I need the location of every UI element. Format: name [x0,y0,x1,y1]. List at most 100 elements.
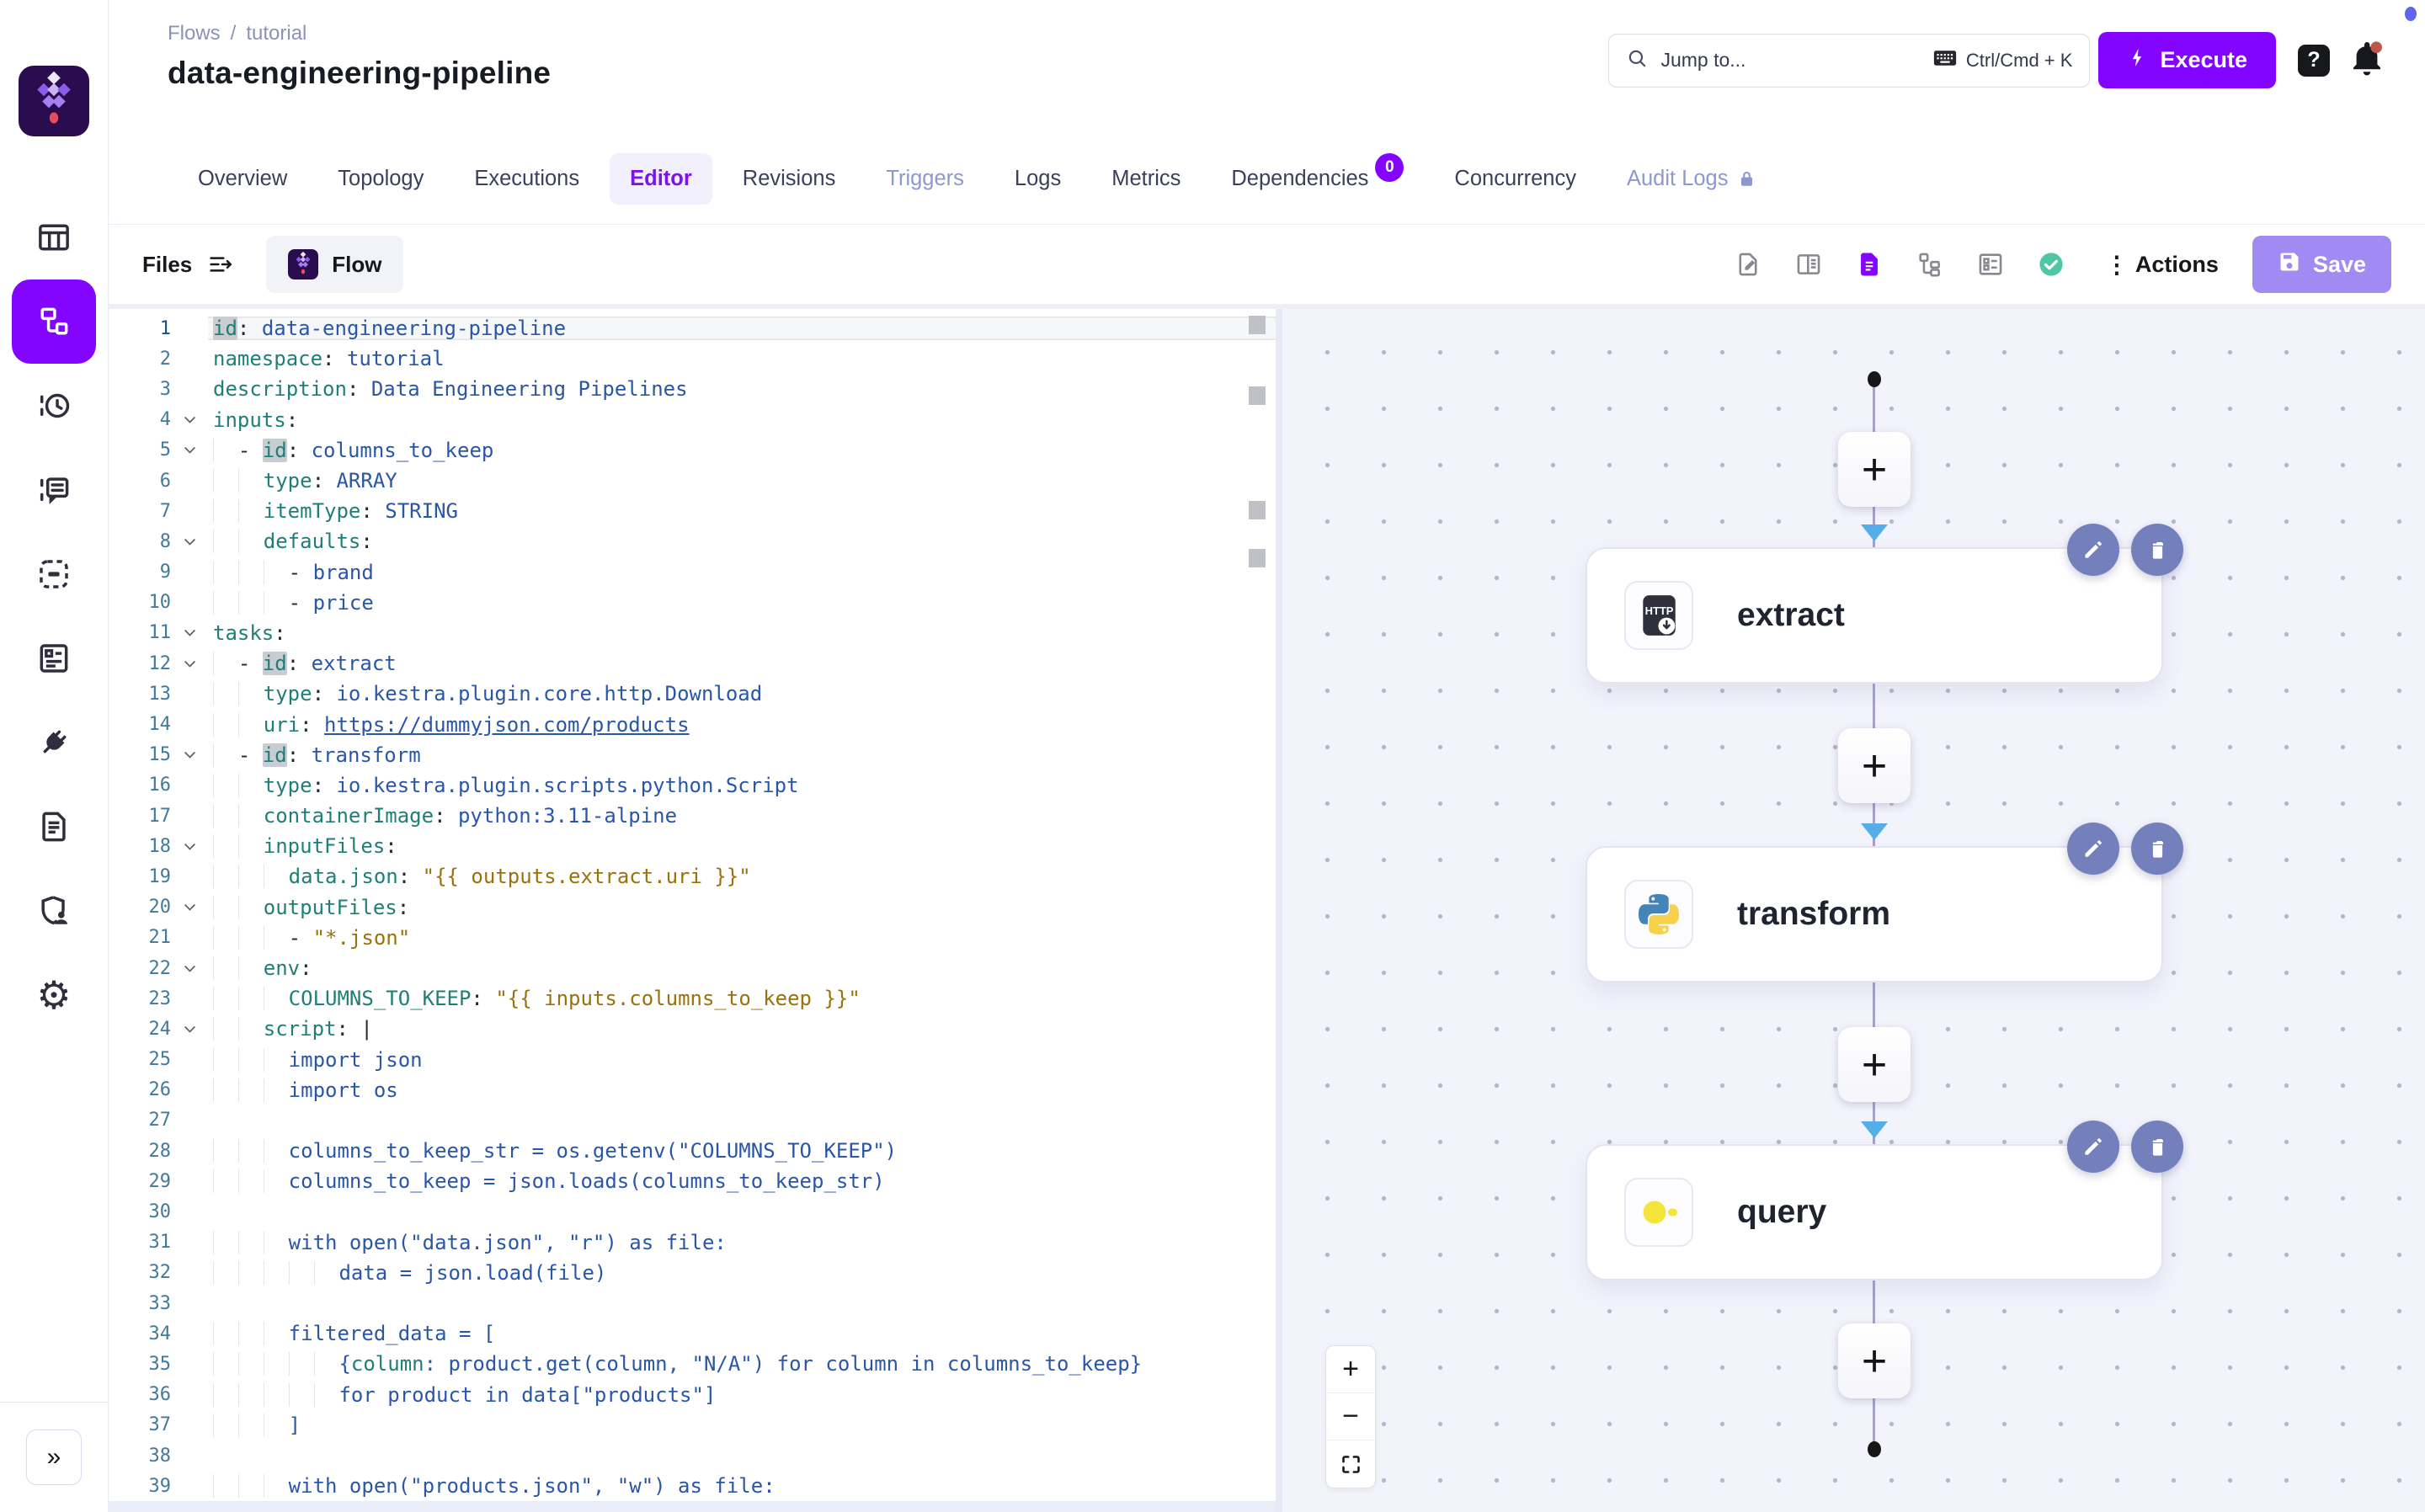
code-line[interactable]: 30 [109,1196,1276,1227]
code-line[interactable]: 13type: io.kestra.plugin.core.http.Downl… [109,679,1276,709]
code-line[interactable]: 37] [109,1410,1276,1440]
topology-canvas[interactable]: ++++HTTPextracttransformquery+− [1282,309,2425,1512]
code-line[interactable]: 29columns_to_keep = json.loads(columns_t… [109,1166,1276,1196]
actions-button[interactable]: ⋮ Actions [2105,251,2219,279]
sidebar-item-executions[interactable] [0,364,108,448]
tab-overview[interactable]: Overview [178,153,307,205]
tab-dependencies[interactable]: Dependencies0 [1211,153,1424,205]
breadcrumb-item[interactable]: tutorial [246,22,306,45]
add-task-button[interactable]: + [1838,432,1911,507]
task-node-transform[interactable]: transform [1586,846,2163,982]
fold-chevron-icon[interactable] [171,842,208,851]
code-line[interactable]: 2namespace: tutorial [109,343,1276,374]
sidebar-item-flows[interactable] [0,280,108,364]
sidebar-item-plugins[interactable] [0,700,108,785]
code-line[interactable]: 26import os [109,1075,1276,1105]
code-line[interactable]: 7itemType: STRING [109,496,1276,526]
code-line[interactable]: 32data = json.load(file) [109,1258,1276,1288]
delete-task-button[interactable] [2131,1121,2183,1173]
fold-chevron-icon[interactable] [171,1025,208,1034]
code-line[interactable]: 28columns_to_keep_str = os.getenv("COLUM… [109,1136,1276,1166]
tab-metrics[interactable]: Metrics [1091,153,1201,205]
code-line[interactable]: 25import json [109,1045,1276,1075]
files-panel-toggle[interactable] [207,251,234,278]
code-line[interactable]: 15- id: transform [109,740,1276,770]
task-node-extract[interactable]: HTTPextract [1586,547,2163,684]
sidebar-item-blueprints[interactable] [0,616,108,700]
add-task-button[interactable]: + [1838,1323,1911,1398]
code-line[interactable]: 10- price [109,588,1276,618]
tab-triggers[interactable]: Triggers [866,153,984,205]
task-node-query[interactable]: query [1586,1144,2163,1280]
tab-topology[interactable]: Topology [317,153,444,205]
zoom-out-button[interactable]: − [1326,1393,1375,1440]
edit-task-button[interactable] [2067,524,2119,576]
code-line[interactable]: 18inputFiles: [109,831,1276,861]
tab-revisions[interactable]: Revisions [722,153,856,205]
code-line[interactable]: 6type: ARRAY [109,466,1276,496]
sidebar-item-dashboard[interactable] [0,195,108,280]
code-line[interactable]: 12- id: extract [109,648,1276,679]
code-line[interactable]: 36for product in data["products"] [109,1380,1276,1410]
add-task-button[interactable]: + [1838,1027,1911,1102]
fold-chevron-icon[interactable] [171,445,208,455]
code-view-icon[interactable] [1854,249,1884,280]
sidebar-item-administration[interactable] [0,869,108,953]
split-view-icon[interactable] [1793,249,1824,280]
add-task-button[interactable]: + [1838,728,1911,803]
save-button[interactable]: Save [2252,236,2391,293]
file-edit-icon[interactable] [1733,249,1763,280]
code-line[interactable]: 38 [109,1440,1276,1471]
sidebar-item-docs[interactable] [0,785,108,869]
code-line[interactable]: 17containerImage: python:3.11-alpine [109,801,1276,831]
code-line[interactable]: 4inputs: [109,405,1276,435]
tab-concurrency[interactable]: Concurrency [1434,153,1596,205]
code-line[interactable]: 27 [109,1105,1276,1136]
zoom-in-button[interactable]: + [1326,1346,1375,1393]
code-line[interactable]: 9- brand [109,557,1276,588]
code-line[interactable]: 24script: | [109,1014,1276,1044]
code-line[interactable]: 34filtered_data = [ [109,1318,1276,1349]
code-line[interactable]: 11tasks: [109,618,1276,648]
code-line[interactable]: 22env: [109,953,1276,983]
panel-divider[interactable] [1276,309,1282,1512]
kestra-logo[interactable] [19,66,89,136]
execute-button[interactable]: Execute [2098,32,2276,88]
editor-bottom-scrollbar[interactable] [109,1501,1276,1512]
tab-editor[interactable]: Editor [610,153,712,205]
sidebar-item-logs[interactable] [0,448,108,532]
tab-audit-logs[interactable]: Audit Logs [1607,153,1777,205]
code-line[interactable]: 31with open("data.json", "r") as file: [109,1227,1276,1258]
edit-task-button[interactable] [2067,823,2119,875]
fold-chevron-icon[interactable] [171,415,208,424]
check-circle-icon[interactable] [2036,249,2066,280]
code-line[interactable]: 33 [109,1288,1276,1318]
code-line[interactable]: 19data.json: "{{ outputs.extract.uri }}" [109,861,1276,892]
code-line[interactable]: 3description: Data Engineering Pipelines [109,374,1276,404]
code-line[interactable]: 8defaults: [109,526,1276,556]
code-line[interactable]: 5- id: columns_to_keep [109,435,1276,466]
code-line[interactable]: 14uri: https://dummyjson.com/products [109,709,1276,739]
doc-form-icon[interactable] [1975,249,2006,280]
sidebar-expand-button[interactable]: » [26,1429,82,1485]
edit-task-button[interactable] [2067,1121,2119,1173]
fold-chevron-icon[interactable] [171,659,208,668]
code-line[interactable]: 23COLUMNS_TO_KEEP: "{{ inputs.columns_to… [109,983,1276,1014]
code-line[interactable]: 20outputFiles: [109,892,1276,923]
tab-executions[interactable]: Executions [454,153,600,205]
code-line[interactable]: 16type: io.kestra.plugin.scripts.python.… [109,770,1276,801]
help-button[interactable]: ? [2298,45,2330,77]
tab-logs[interactable]: Logs [994,153,1081,205]
delete-task-button[interactable] [2131,524,2183,576]
code-line[interactable]: 21- "*.json" [109,923,1276,953]
fit-view-button[interactable] [1326,1440,1375,1488]
fold-chevron-icon[interactable] [171,628,208,637]
sidebar-item-settings[interactable]: ⚙ [0,953,108,1037]
code-line[interactable]: 1id: data-engineering-pipeline [109,313,1276,343]
fold-chevron-icon[interactable] [171,964,208,973]
notifications-bell-button[interactable] [2347,40,2387,81]
code-editor[interactable]: 1id: data-engineering-pipeline2namespace… [109,309,1276,1512]
delete-task-button[interactable] [2131,823,2183,875]
fold-chevron-icon[interactable] [171,902,208,912]
code-line[interactable]: 35{column: product.get(column, "N/A") fo… [109,1349,1276,1379]
